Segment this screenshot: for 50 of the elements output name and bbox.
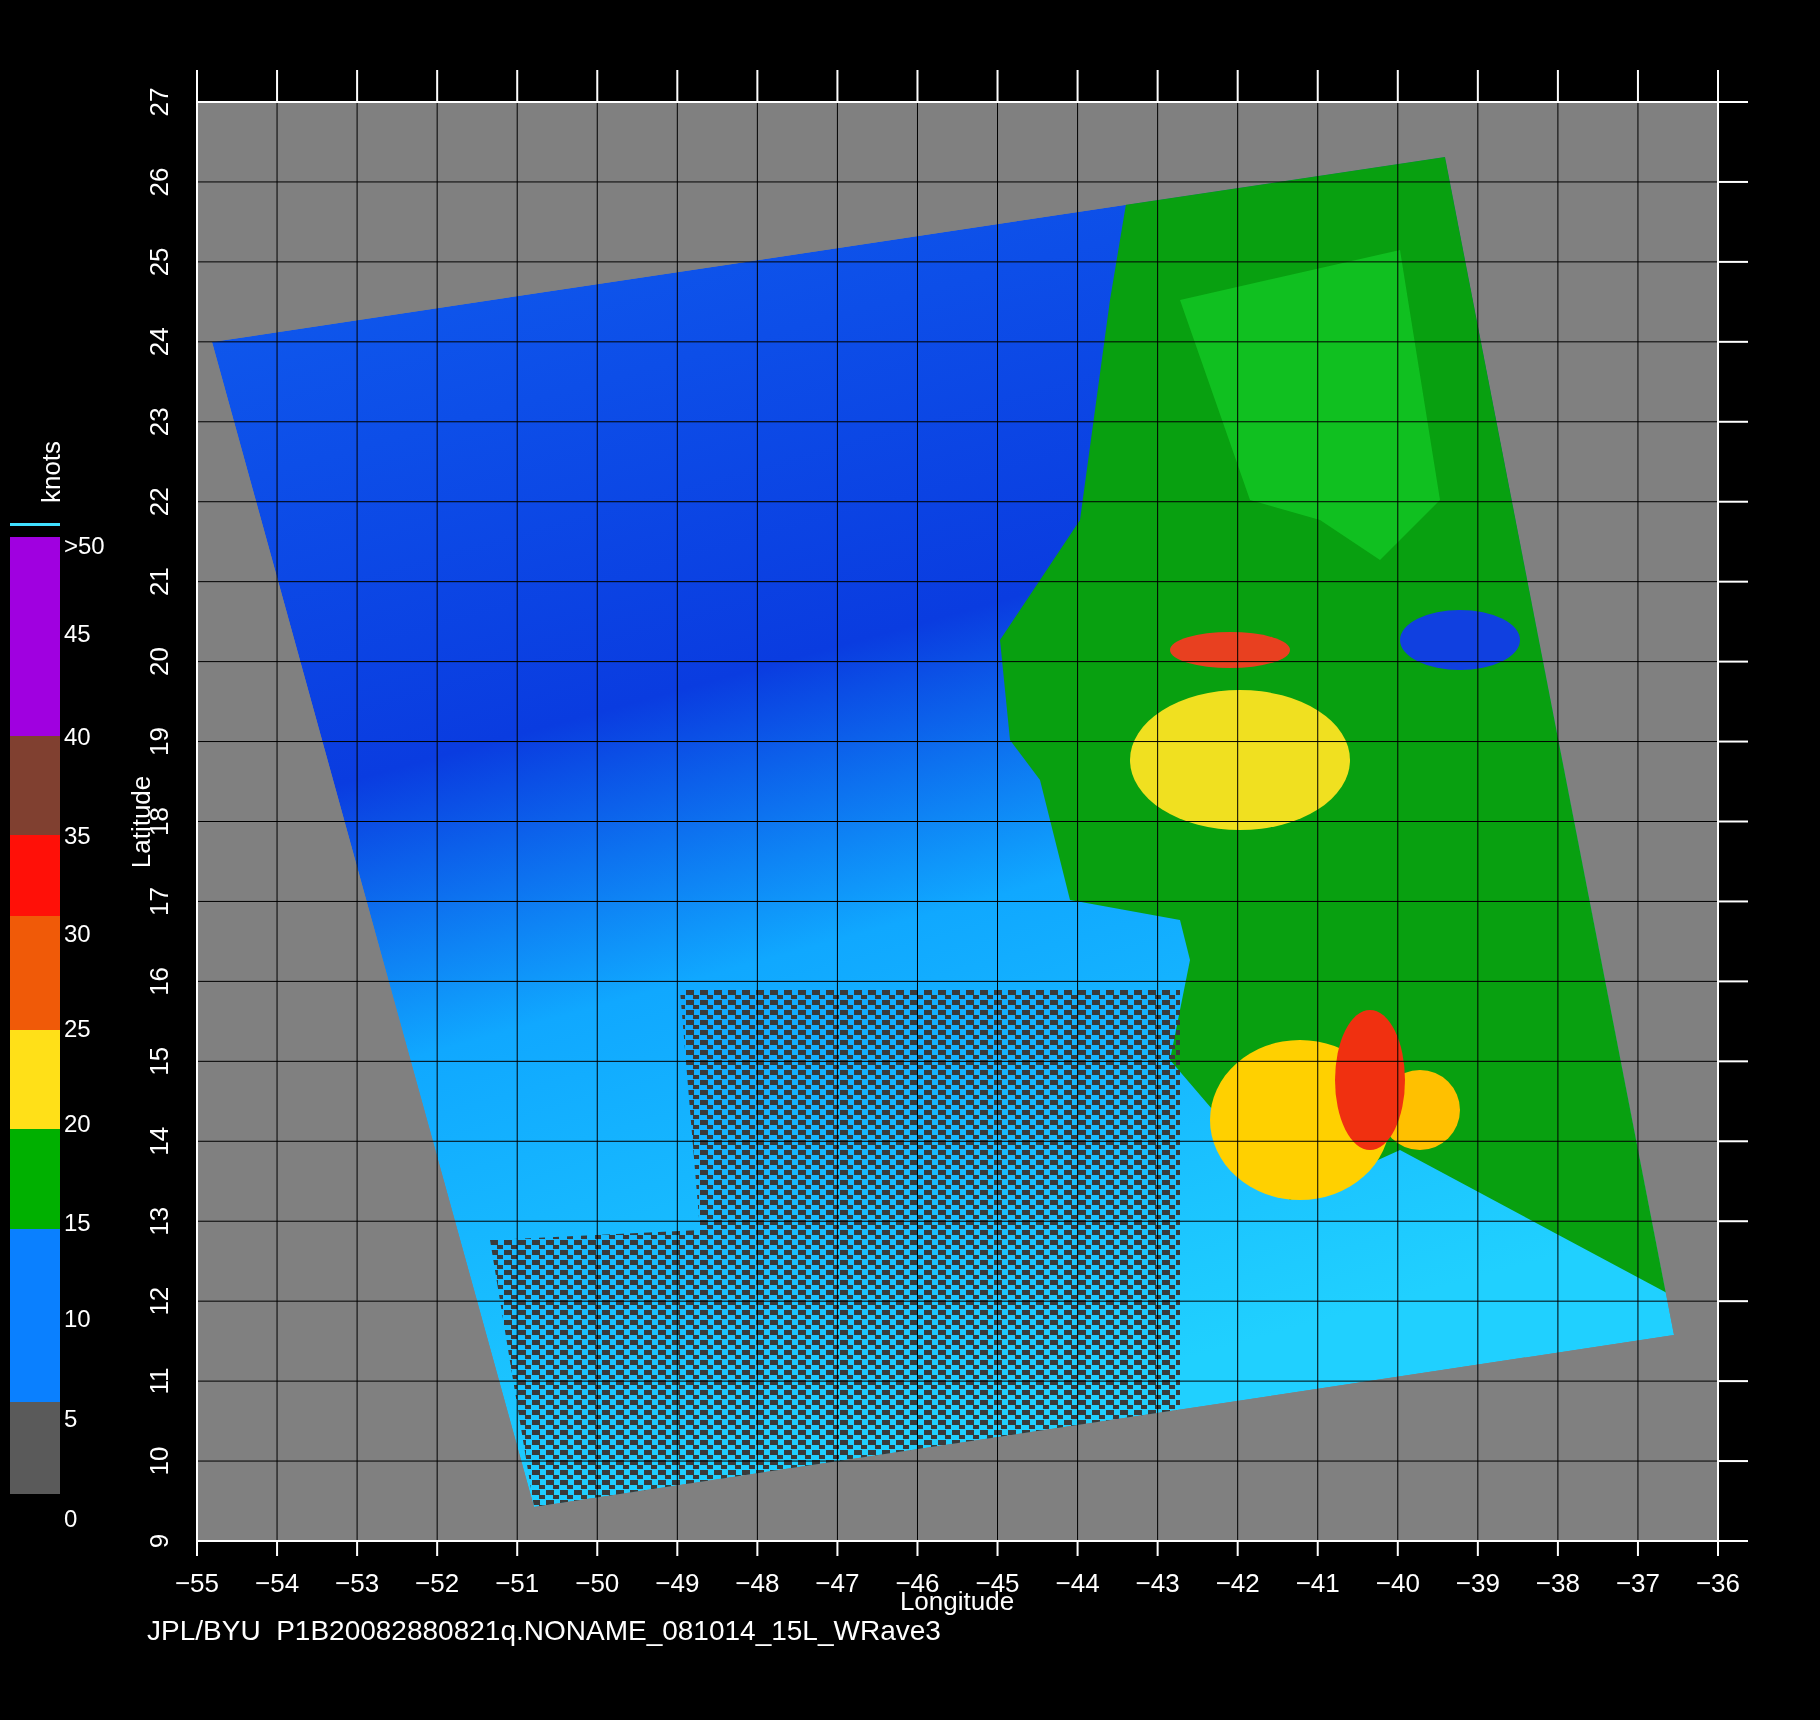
latitude-tick-label: 10 <box>144 1446 174 1476</box>
colorbar-label: 20 <box>64 1110 91 1137</box>
longitude-tick-label: −42 <box>1215 1568 1260 1598</box>
colorbar-label: 35 <box>64 822 91 849</box>
longitude-tick-label: −39 <box>1455 1568 1500 1598</box>
longitude-tick-label: −55 <box>174 1568 220 1598</box>
longitude-tick-label: −41 <box>1295 1568 1340 1598</box>
latitude-tick-label: 27 <box>144 87 174 117</box>
latitude-tick-label: 15 <box>144 1046 174 1076</box>
latitude-tick-label: 26 <box>144 167 174 197</box>
colorbar-label: 40 <box>64 723 91 750</box>
colorbar-title: knots <box>36 440 66 504</box>
longitude-tick-label: −43 <box>1135 1568 1180 1598</box>
latitude-tick-label: 14 <box>144 1126 174 1156</box>
longitude-tick-label: −36 <box>1695 1568 1741 1598</box>
latitude-tick-label: 19 <box>144 727 174 756</box>
longitude-tick-label: −50 <box>575 1568 620 1598</box>
latitude-tick-label: 13 <box>144 1206 174 1236</box>
longitude-tick-label: −51 <box>495 1568 540 1598</box>
latitude-tick-label: 23 <box>144 407 174 437</box>
colorbar-label: 45 <box>64 620 91 647</box>
latitude-tick-label: 11 <box>144 1367 174 1395</box>
latitude-tick-label: 17 <box>144 887 174 916</box>
latitude-tick-label: 25 <box>144 247 174 277</box>
latitude-tick-label: 24 <box>144 327 174 357</box>
longitude-tick-label: −48 <box>735 1568 780 1598</box>
colorbar-label: 15 <box>64 1209 91 1236</box>
colorbar-label: 5 <box>64 1405 78 1432</box>
colorbar-label: 10 <box>64 1305 91 1332</box>
longitude-tick-label: −40 <box>1375 1568 1420 1598</box>
colorbar-label: 30 <box>64 920 91 947</box>
latitude-tick-label: 21 <box>144 567 174 597</box>
latitude-tick-label: 20 <box>144 647 174 677</box>
colorbar-overflow-mark <box>10 523 60 526</box>
longitude-tick-label: −44 <box>1055 1568 1100 1598</box>
longitude-tick-label: −38 <box>1535 1568 1580 1598</box>
longitude-tick-label: −49 <box>655 1568 700 1598</box>
colorbar-label: 0 <box>64 1505 78 1532</box>
colorbar-label: >50 <box>64 532 105 559</box>
longitude-tick-label: −53 <box>335 1568 380 1598</box>
longitude-tick-label: −54 <box>255 1568 300 1598</box>
latitude-tick-label: 12 <box>144 1286 174 1316</box>
longitude-tick-label: −37 <box>1615 1568 1660 1598</box>
latitude-tick-label: 22 <box>144 487 174 517</box>
longitude-tick-label: −52 <box>415 1568 460 1598</box>
colorbar-label: 25 <box>64 1015 91 1042</box>
longitude-tick-label: −47 <box>815 1568 860 1598</box>
latitude-tick-label: 16 <box>144 966 174 996</box>
footer-caption: JPL/BYU P1B20082880821q.NONAME_081014_15L_WRave3 <box>147 1615 941 1646</box>
latitude-tick-label: 9 <box>144 1533 174 1549</box>
